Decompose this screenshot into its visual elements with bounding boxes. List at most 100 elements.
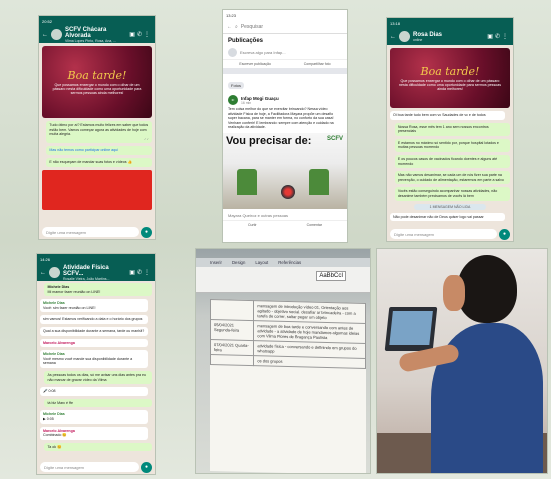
call-icons[interactable]: ▣✆⋮ — [129, 31, 152, 38]
message-input[interactable]: Digite uma mensagem — [42, 227, 139, 237]
mic-icon[interactable]: ● — [141, 461, 152, 473]
composer-placeholder[interactable]: Escreva algo para Infap... — [240, 50, 286, 55]
avatar — [228, 48, 237, 57]
reactions[interactable]: Mayara Queiroz e outras pessoas — [223, 211, 347, 220]
greeting-caption: Que possamos enxergar o mundo com o olha… — [52, 82, 142, 95]
share-photo-button[interactable]: Compartilhar foto — [304, 62, 331, 66]
status-bar: 13:23 — [223, 10, 347, 20]
mic-icon[interactable]: ● — [499, 228, 510, 240]
person-at-laptop-photo — [376, 248, 548, 474]
contact-avatar[interactable] — [399, 31, 410, 42]
chat-body[interactable]: Michele Dias Mi mamor fazer reunião on LI… — [37, 281, 155, 460]
collage: 20:52 ← SCFV Chácara Alvorada Vilma Lope… — [0, 0, 551, 479]
greeting-title: Boa tarde! — [420, 64, 480, 78]
message-bubble: Mas não vamos desanimar, se cada um de n… — [394, 171, 510, 185]
message-bubble: Michele Dias Você mesmo você mande sua di… — [40, 350, 148, 368]
post-image[interactable]: Vou precisar de: SCFV — [223, 132, 347, 209]
message-bubble: Vocês estão conseguindo acompanhar nossa… — [394, 187, 510, 201]
group-avatar[interactable] — [51, 29, 62, 40]
word-document-photo: Inserir Design Layout Referências AaBbCc… — [195, 248, 371, 474]
message-bubble: Oi boa tarde tudo bem com vc Saudades de… — [390, 111, 506, 120]
unread-divider: 1 MENSAGEM NÃO LIDA — [414, 203, 486, 210]
menu-item[interactable]: Layout — [255, 260, 268, 265]
bucket-right — [309, 168, 329, 195]
composer-actions: Escrever publicação Compartilhar foto — [223, 59, 347, 74]
image-brand: SCFV — [326, 135, 343, 142]
mic-icon[interactable]: ● — [141, 226, 152, 238]
voice-message[interactable]: Michele Dias ▶ 0:05 — [40, 410, 148, 424]
message-bubble: Tudo ótimo por aí? Estamos muito felizes… — [46, 121, 152, 144]
chat-body[interactable]: Boa tarde! Que possamos enxergar o mundo… — [39, 43, 155, 225]
message-bubble: Não pode desanimar não de Deus quiser lo… — [390, 212, 506, 222]
chat-header[interactable]: ← Atividade Física SCFV... Rosalie Vieir… — [37, 264, 155, 281]
whatsapp-chat-screen: 13:18 ← Rosa Dias online ▣✆⋮ Boa tarde! … — [386, 17, 514, 242]
bucket-left — [237, 168, 257, 195]
chat-subtitle: online — [413, 37, 423, 42]
search-icon: ⌕ — [235, 23, 238, 30]
back-arrow-icon[interactable]: ← — [40, 270, 46, 276]
menu-item[interactable]: Referências — [278, 260, 301, 265]
status-time: 13:23 — [226, 12, 237, 18]
greeting-title: Boa tarde! — [67, 68, 127, 82]
section-title: Publicações — [228, 38, 264, 44]
status-bar: 20:52 — [39, 16, 155, 26]
chat-subtitle: Vilma Lopes Pinto, Rosa, Ana, ... — [65, 38, 117, 43]
back-arrow-icon[interactable]: ← — [42, 32, 48, 38]
status-time: 20:52 — [42, 18, 53, 24]
chat-title: SCFV Chácara Alvorada — [65, 26, 107, 39]
menu-item[interactable]: Inserir — [210, 260, 222, 265]
message-bubble: Ta ok 😊 — [44, 442, 152, 452]
compose-bar: Digite uma mensagem ● — [37, 460, 155, 474]
status-bar: 14:26 — [37, 254, 155, 264]
back-arrow-icon[interactable]: ← — [227, 24, 232, 30]
message-bubble: Qual a sua disponibilidade durante a sem… — [40, 326, 148, 336]
whatsapp-activity-group-screen: 14:26 ← Atividade Física SCFV... Rosalie… — [36, 253, 156, 475]
chat-header[interactable]: ← SCFV Chácara Alvorada Vilma Lopes Pint… — [39, 26, 155, 43]
red-image-message[interactable] — [42, 169, 152, 210]
whatsapp-group-screen: 20:52 ← SCFV Chácara Alvorada Vilma Lope… — [38, 15, 156, 240]
like-button[interactable]: Curtir — [248, 223, 257, 227]
greeting-caption: Que possamos enxergar o mundo com o olha… — [398, 78, 502, 91]
chat-header[interactable]: ← Rosa Dias online ▣✆⋮ — [387, 28, 513, 45]
menu-item[interactable]: Design — [232, 260, 245, 265]
chat-body[interactable]: Boa tarde! Que possamos enxergar o mundo… — [387, 45, 513, 227]
message-bubble: E os poucos casos de vacinados ficando d… — [394, 154, 510, 169]
message-bubble: Michele Dias Você: sim fazer reunião on L… — [40, 299, 148, 313]
chat-title: Atividade Física SCFV... — [63, 264, 109, 277]
group-avatar[interactable] — [49, 267, 60, 278]
page-name[interactable]: Infap Mogi Guaçu — [241, 96, 279, 101]
message-bubble: tá blz Marc é ffe — [44, 398, 152, 408]
document-page[interactable]: mensagem de introdução vídeo 01, Orienta… — [210, 298, 366, 473]
style-sample[interactable]: AaBbCcI — [316, 271, 346, 281]
voice-message[interactable]: 🎤 0:08 — [40, 387, 148, 396]
message-input[interactable]: Digite uma mensagem — [40, 462, 139, 472]
message-input[interactable]: Digite uma mensagem — [390, 229, 497, 239]
write-post-button[interactable]: Escrever publicação — [239, 62, 271, 66]
person-hair — [457, 255, 517, 323]
status-time: 14:26 — [40, 256, 51, 262]
message-bubble: Marcelo Alvarenga Combinado 😊 — [40, 426, 148, 440]
laptop-screen — [389, 311, 433, 345]
page-logo[interactable]: IF — [228, 95, 238, 105]
compose-bar: Digite uma mensagem ● — [39, 225, 155, 239]
post-header: IF Infap Mogi Guaçu 16 min — [223, 92, 347, 106]
image-question: Vou precisar de: — [226, 134, 312, 147]
search-bar[interactable]: ← ⌕ Pesquisar — [223, 20, 347, 34]
greeting-image[interactable]: Boa tarde! Que possamos enxergar o mundo… — [390, 48, 510, 108]
ribbon-menu: Inserir Design Layout Referências — [196, 258, 370, 267]
message-bubble: Michele Dias Mi mamor fazer reunião on LI… — [44, 283, 152, 297]
greeting-image[interactable]: Boa tarde! Que possamos enxergar o mundo… — [42, 46, 152, 118]
message-bubble: E estamos no máximo só sentido por, porq… — [394, 138, 510, 152]
person-face — [443, 275, 465, 311]
back-arrow-icon[interactable]: ← — [390, 34, 396, 40]
ribbon-toolbar: AaBbCcI — [196, 267, 370, 293]
message-bubble: Mas não temos como participar online aqu… — [46, 146, 152, 155]
chat-subtitle: Rosalie Vieira, João Martins... — [63, 276, 110, 281]
composer[interactable]: Escreva algo para Infap... — [223, 46, 347, 59]
call-icons[interactable]: ▣✆⋮ — [487, 33, 510, 40]
search-input[interactable]: Pesquisar — [241, 24, 263, 30]
comment-button[interactable]: Comentar — [307, 223, 322, 227]
photos-chip[interactable]: Fotos — [228, 82, 245, 89]
status-bar: 13:18 — [387, 18, 513, 28]
call-icons[interactable]: ▣✆⋮ — [129, 269, 152, 276]
